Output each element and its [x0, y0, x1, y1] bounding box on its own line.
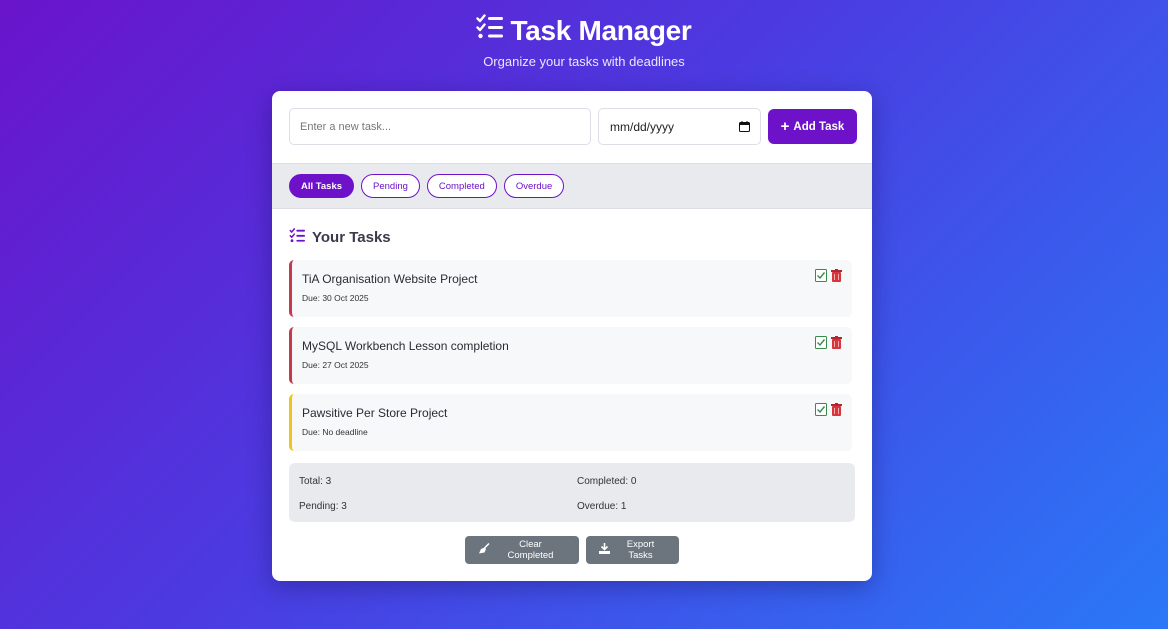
- filter-completed[interactable]: Completed: [426, 174, 497, 198]
- complete-checkbox-icon[interactable]: [815, 336, 827, 354]
- app-header: Task Manager Organize your tasks with de…: [0, 14, 1168, 69]
- stat-overdue: Overdue: 1: [577, 501, 627, 512]
- add-task-form: mm/dd/yyyy + Add Task: [289, 108, 857, 145]
- task-list: TiA Organisation Website Project Due: 30…: [289, 260, 852, 461]
- calendar-icon[interactable]: [739, 121, 750, 132]
- stat-completed: Completed: 0: [577, 476, 637, 487]
- task-title: Pawsitive Per Store Project: [302, 406, 448, 420]
- task-stats: Total: 3 Completed: 0 Pending: 3 Overdue…: [289, 463, 855, 522]
- stat-total: Total: 3: [299, 476, 332, 487]
- task-actions: [815, 403, 842, 421]
- clear-completed-button[interactable]: Clear Completed: [465, 536, 579, 564]
- section-heading: Your Tasks: [289, 228, 391, 247]
- app-subtitle: Organize your tasks with deadlines: [483, 54, 685, 69]
- task-due: Due: 30 Oct 2025: [302, 293, 369, 303]
- task-item: Pawsitive Per Store Project Due: No dead…: [289, 394, 852, 451]
- filter-all-tasks[interactable]: All Tasks: [289, 174, 355, 198]
- trash-icon[interactable]: [831, 269, 842, 287]
- add-task-label: Add Task: [793, 120, 845, 133]
- date-placeholder: mm/dd/yyyy: [610, 119, 675, 134]
- task-due: Due: No deadline: [302, 427, 368, 437]
- task-actions: [815, 336, 842, 354]
- app-title: Task Manager: [510, 15, 692, 46]
- complete-checkbox-icon[interactable]: [815, 403, 827, 421]
- task-input[interactable]: [289, 108, 591, 145]
- due-date-input[interactable]: mm/dd/yyyy: [598, 108, 761, 145]
- task-actions: [815, 269, 842, 287]
- task-title: MySQL Workbench Lesson completion: [302, 339, 509, 353]
- add-task-button[interactable]: + Add Task: [768, 109, 857, 144]
- filter-pending[interactable]: Pending: [361, 174, 420, 198]
- broom-icon: [478, 542, 490, 557]
- stat-pending: Pending: 3: [299, 501, 347, 512]
- bottom-actions: Clear Completed Export Tasks: [272, 536, 872, 564]
- export-tasks-button[interactable]: Export Tasks: [586, 536, 679, 564]
- task-item: MySQL Workbench Lesson completion Due: 2…: [289, 327, 852, 384]
- task-due: Due: 27 Oct 2025: [302, 360, 369, 370]
- checklist-icon: [476, 14, 504, 48]
- export-tasks-label: Export Tasks: [626, 539, 655, 561]
- complete-checkbox-icon[interactable]: [815, 269, 827, 287]
- checklist-icon: [289, 228, 306, 247]
- filter-bar: All Tasks Pending Completed Overdue: [272, 163, 872, 209]
- clear-completed-label: Clear Completed: [507, 539, 554, 561]
- trash-icon[interactable]: [831, 403, 842, 421]
- section-title: Your Tasks: [312, 229, 391, 246]
- task-title: TiA Organisation Website Project: [302, 272, 478, 286]
- trash-icon[interactable]: [831, 336, 842, 354]
- app-title-row: Task Manager: [476, 14, 692, 48]
- plus-icon: +: [780, 118, 790, 135]
- download-icon: [599, 543, 610, 557]
- task-card: mm/dd/yyyy + Add Task All Tasks Pending …: [272, 91, 872, 581]
- filter-overdue[interactable]: Overdue: [503, 174, 565, 198]
- task-item: TiA Organisation Website Project Due: 30…: [289, 260, 852, 317]
